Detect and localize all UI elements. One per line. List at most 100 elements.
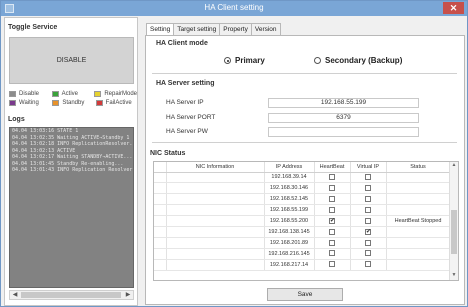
table-row[interactable]: 192.168.55.199 <box>154 204 451 217</box>
log-line: 04.04 13:01:43 INFO Replication Resolver… <box>12 167 133 173</box>
col-status[interactable]: Status <box>386 162 451 173</box>
table-row[interactable]: 192.168.55.200 ✔ HeartBeat Stopped <box>154 215 451 227</box>
heartbeat-checkbox[interactable] <box>329 239 335 246</box>
save-button[interactable]: Save <box>267 288 343 301</box>
scroll-right-icon[interactable]: ▶ <box>123 291 133 299</box>
scroll-thumb[interactable] <box>451 210 457 254</box>
virtual-ip-checkbox[interactable]: ✔ <box>365 228 371 235</box>
heartbeat-checkbox[interactable] <box>329 228 335 235</box>
row-header-cell <box>154 215 167 227</box>
legend-swatch <box>95 100 103 106</box>
status-cell <box>386 193 451 206</box>
legend-swatch <box>94 91 102 97</box>
heartbeat-checkbox[interactable]: ✔ <box>329 217 335 224</box>
ha-server-pw-field[interactable] <box>268 127 419 137</box>
tab-target-setting[interactable]: Target setting <box>173 23 221 35</box>
col-heartbeat[interactable]: HeartBeat <box>314 162 351 173</box>
legend-row: Waiting Standby FailActive <box>9 100 137 106</box>
virtual-ip-checkbox[interactable] <box>365 185 371 192</box>
ha-client-mode-title: HA Client mode <box>156 40 208 47</box>
ha-server-port-field[interactable]: 6379 <box>268 113 419 123</box>
heartbeat-cell <box>314 172 351 184</box>
heartbeat-cell <box>314 237 351 249</box>
virtual-ip-checkbox[interactable] <box>365 174 371 181</box>
virtual-ip-cell <box>350 237 387 249</box>
heartbeat-cell <box>314 248 351 260</box>
radio-unselected-icon <box>314 57 321 64</box>
col-virtual-ip[interactable]: Virtual IP <box>350 162 387 173</box>
scroll-down-icon[interactable]: ▼ <box>450 272 458 280</box>
heartbeat-checkbox[interactable] <box>329 206 335 213</box>
row-header-cell <box>154 248 167 260</box>
tab-version[interactable]: Version <box>250 23 281 35</box>
logs-horizontal-scrollbar[interactable]: ◀ ▶ <box>9 290 134 300</box>
ha-client-window: HA Client setting ✕ Toggle Service DISAB… <box>0 0 468 307</box>
virtual-ip-checkbox[interactable] <box>365 239 371 246</box>
tab-property[interactable]: Property <box>219 23 252 35</box>
nic-information-cell <box>166 204 265 217</box>
scroll-thumb[interactable] <box>21 292 121 298</box>
table-row[interactable]: 192.168.216.145 <box>154 248 451 260</box>
scroll-up-icon[interactable]: ▲ <box>450 162 458 170</box>
legend-item: Standby <box>52 100 93 106</box>
status-cell <box>386 259 451 271</box>
col-nic-information[interactable]: NIC Information <box>166 162 265 173</box>
heartbeat-checkbox[interactable] <box>329 196 335 202</box>
heartbeat-checkbox[interactable] <box>329 250 335 257</box>
row-header-cell <box>154 182 167 195</box>
legend-label: Standby <box>62 100 85 106</box>
virtual-ip-cell: ✔ <box>350 226 387 238</box>
scroll-left-icon[interactable]: ◀ <box>10 291 20 299</box>
row-header-cell <box>154 259 167 271</box>
heartbeat-cell <box>314 204 351 217</box>
row-header-cell <box>154 162 167 173</box>
heartbeat-checkbox[interactable] <box>329 185 335 192</box>
legend-item: RepairMode <box>94 91 137 97</box>
primary-radio[interactable]: Primary <box>224 56 265 65</box>
table-vertical-scrollbar[interactable]: ▲ ▼ <box>449 162 458 280</box>
nic-information-cell <box>166 182 265 195</box>
table-row[interactable]: 192.168.217.14 <box>154 259 451 271</box>
status-cell: HeartBeat Stopped <box>386 215 451 227</box>
state-legend: Disable Active RepairMode Waiting Standby Fai… <box>9 91 137 109</box>
virtual-ip-checkbox[interactable] <box>365 250 371 257</box>
col-ip-address[interactable]: IP Address <box>264 162 315 173</box>
legend-swatch <box>9 91 16 97</box>
legend-item: Disable <box>9 91 50 97</box>
virtual-ip-checkbox[interactable] <box>365 217 371 224</box>
close-button[interactable]: ✕ <box>443 2 464 14</box>
heartbeat-checkbox[interactable] <box>329 174 335 181</box>
secondary-radio[interactable]: Secondary (Backup) <box>314 56 402 65</box>
heartbeat-checkbox[interactable] <box>329 261 335 268</box>
ha-server-ip-field[interactable]: 192.168.55.199 <box>268 98 419 108</box>
virtual-ip-checkbox[interactable] <box>365 206 371 213</box>
ip-address-cell: 192.168.217.14 <box>264 259 315 271</box>
table-row[interactable]: 192.168.39.14 <box>154 172 451 184</box>
settings-tabs: Setting Target setting Property Version <box>146 23 281 36</box>
log-line: 04.04 13:02:18 INFO ReplicationResolver.… <box>12 141 133 147</box>
table-row[interactable]: 192.168.52.145 <box>154 193 451 206</box>
nic-status-table: NIC Information IP Address HeartBeat Vir… <box>153 161 459 281</box>
nic-information-cell <box>166 215 265 227</box>
virtual-ip-cell <box>350 204 387 217</box>
nic-information-cell <box>166 259 265 271</box>
ip-address-cell: 192.168.52.145 <box>264 193 315 206</box>
primary-label: Primary <box>235 56 265 65</box>
disable-button[interactable]: DISABLE <box>9 37 134 84</box>
ip-address-cell: 192.168.138.145 <box>264 226 315 238</box>
status-cell <box>386 204 451 217</box>
virtual-ip-checkbox[interactable] <box>365 196 371 202</box>
table-row[interactable]: 192.168.201.89 <box>154 237 451 249</box>
table-row[interactable]: 192.168.30.146 <box>154 182 451 195</box>
logs-list: 04.04 13:03:16 STATE 1 04.04 13:02:35 Wai… <box>9 127 134 288</box>
legend-swatch <box>9 100 16 106</box>
virtual-ip-cell <box>350 215 387 227</box>
virtual-ip-checkbox[interactable] <box>365 261 371 268</box>
table-row[interactable]: 192.168.138.145 ✔ <box>154 226 451 238</box>
ha-server-setting-title: HA Server setting <box>156 80 215 87</box>
legend-label: Disable <box>19 91 40 97</box>
status-cell <box>386 182 451 195</box>
heartbeat-cell <box>314 193 351 206</box>
status-cell <box>386 226 451 238</box>
table-header-row: NIC Information IP Address HeartBeat Vir… <box>154 162 451 173</box>
